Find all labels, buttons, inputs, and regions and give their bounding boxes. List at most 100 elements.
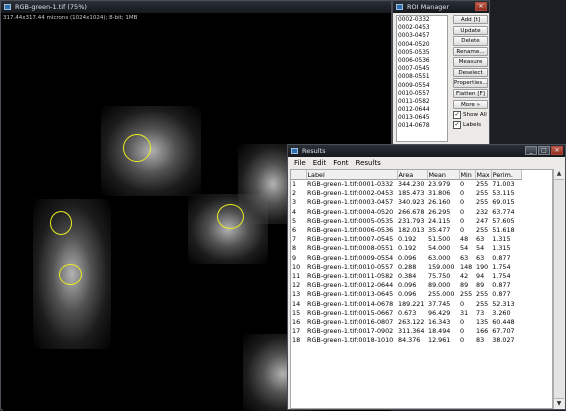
roi-list-item[interactable]: 0008-0551 xyxy=(397,73,447,81)
table-row[interactable]: 18 RGB-green-1.tif:0018-1010 84.376 12.961 0… xyxy=(291,336,521,345)
roi-button-panel: Add [t] Update Delete Rename... Measure Desel… xyxy=(453,15,488,130)
table-cell: 4 xyxy=(292,207,297,216)
roi-button[interactable]: Properties... xyxy=(453,78,488,88)
table-row[interactable]: 16 RGB-green-1.tif:0016-0807 263.122 16.343… xyxy=(291,318,521,327)
roi-list-item[interactable]: 0010-0557 xyxy=(397,90,447,98)
table-cell: 3 xyxy=(292,198,297,207)
maximize-icon[interactable]: □ xyxy=(538,146,550,155)
roi-button[interactable]: Deselect xyxy=(453,67,488,78)
roi-manager-titlebar[interactable]: ROI Manager ✕ xyxy=(393,1,489,13)
table-cell: 18.494 xyxy=(428,327,451,336)
table-cell: 255 xyxy=(476,226,489,235)
roi-button[interactable]: More » xyxy=(453,99,488,110)
roi-list-item[interactable]: 0002-0332 xyxy=(397,16,447,24)
column-header[interactable]: Mean xyxy=(427,170,460,180)
menu-edit[interactable]: Edit xyxy=(313,158,327,168)
roi-outline[interactable] xyxy=(217,204,244,229)
table-cell: 38.027 xyxy=(492,336,515,345)
roi-button[interactable]: Flatten [F] xyxy=(453,89,488,99)
roi-manager-title: ROI Manager xyxy=(407,3,450,11)
table-cell: 185.473 xyxy=(398,189,425,198)
results-window[interactable]: Results _ □ ✕ File Edit Font Results Label A… xyxy=(287,144,566,410)
table-cell: RGB-green-1.tif:0014-0678 xyxy=(307,299,394,308)
column-header[interactable]: Min xyxy=(459,170,476,180)
checkbox-label: Show All xyxy=(463,112,487,119)
vertical-scrollbar[interactable]: ▲ ▼ xyxy=(553,169,564,409)
table-row[interactable]: 11 RGB-green-1.tif:0011-0582 0.384 75.750 42… xyxy=(291,272,521,281)
close-icon[interactable]: ✕ xyxy=(551,146,563,155)
column-header[interactable]: Max xyxy=(475,170,492,180)
menu-file[interactable]: File xyxy=(294,158,306,168)
table-row[interactable]: 15 RGB-green-1.tif:0015-0667 0.673 96.429 31… xyxy=(291,309,521,318)
roi-button[interactable]: Delete xyxy=(453,36,488,46)
table-row[interactable]: 3 RGB-green-1.tif:0003-0457 340.923 26.160 0… xyxy=(291,198,521,207)
table-cell: 54 xyxy=(460,244,469,253)
table-row[interactable]: 12 RGB-green-1.tif:0012-0644 0.096 89.000 89… xyxy=(291,281,521,290)
roi-outline[interactable] xyxy=(50,211,72,235)
minimize-icon[interactable]: _ xyxy=(525,146,537,155)
roi-list-item[interactable]: 0005-0535 xyxy=(397,49,447,57)
roi-button[interactable]: Measure xyxy=(453,57,488,67)
table-row[interactable]: 17 RGB-green-1.tif:0017-0902 311.364 18.494… xyxy=(291,327,521,336)
show-all-checkbox[interactable]: ✓ Show All xyxy=(453,110,488,120)
table-cell: RGB-green-1.tif:0002-0453 xyxy=(307,189,394,198)
column-header[interactable]: Area xyxy=(397,170,428,180)
roi-manager-window[interactable]: ROI Manager ✕ 0002-0332 0002-0453 0003-045… xyxy=(392,0,490,145)
table-row[interactable]: 8 RGB-green-1.tif:0008-0551 0.192 54.000 54 5… xyxy=(291,244,521,253)
table-cell: 232 xyxy=(476,207,489,216)
roi-button[interactable]: Rename... xyxy=(453,46,488,57)
results-titlebar[interactable]: Results _ □ ✕ xyxy=(288,145,565,157)
table-row[interactable]: 7 RGB-green-1.tif:0007-0545 0.192 51.500 48 6… xyxy=(291,235,521,244)
column-header[interactable]: Label xyxy=(306,170,398,180)
imagej-app-icon xyxy=(396,4,403,10)
labels-checkbox[interactable]: ✓ Labels xyxy=(453,120,488,130)
roi-list-item[interactable]: 0012-0644 xyxy=(397,106,447,114)
table-cell: 0.384 xyxy=(398,272,417,281)
roi-list-item[interactable]: 0003-0457 xyxy=(397,32,447,40)
roi-outline[interactable] xyxy=(59,264,82,285)
table-cell: 255 xyxy=(476,299,489,308)
table-cell: 135 xyxy=(476,318,489,327)
close-icon[interactable]: ✕ xyxy=(475,2,487,11)
checkbox-icon[interactable]: ✓ xyxy=(453,110,461,119)
table-row[interactable]: 6 RGB-green-1.tif:0006-0536 182.013 35.477 0… xyxy=(291,226,521,235)
column-header[interactable] xyxy=(291,170,307,180)
table-row[interactable]: 5 RGB-green-1.tif:0005-0535 231.793 24.115 0… xyxy=(291,217,521,226)
table-row[interactable]: 13 RGB-green-1.tif:0013-0645 0.096 255.000 2… xyxy=(291,290,521,299)
roi-button[interactable]: Update xyxy=(453,25,488,35)
table-cell: RGB-green-1.tif:0008-0551 xyxy=(307,244,394,253)
roi-list[interactable]: 0002-0332 0002-0453 0003-0457 0004-0520 0005… xyxy=(396,15,448,142)
table-cell: 51.618 xyxy=(492,226,515,235)
roi-list-item[interactable]: 0009-0554 xyxy=(397,82,447,90)
table-row[interactable]: 4 RGB-green-1.tif:0004-0520 266.678 26.295 0… xyxy=(291,208,521,217)
roi-button[interactable]: Add [t] xyxy=(453,15,488,25)
roi-list-item[interactable]: 0013-0645 xyxy=(397,114,447,122)
results-table-container[interactable]: Label Area Mean Min Max Perim. 1 RGB-green-1.t… xyxy=(290,169,553,409)
table-cell: 0.096 xyxy=(398,290,417,299)
roi-list-item[interactable]: 0004-0520 xyxy=(397,41,447,49)
table-cell: 0 xyxy=(460,327,465,336)
table-cell: 94 xyxy=(476,272,485,281)
table-cell: 0.288 xyxy=(398,262,417,271)
roi-list-item[interactable]: 0002-0453 xyxy=(397,24,447,32)
scroll-up-icon[interactable]: ▲ xyxy=(554,169,564,180)
roi-list-item[interactable]: 0011-0582 xyxy=(397,98,447,106)
table-row[interactable]: 9 RGB-green-1.tif:0009-0554 0.096 63.000 63 6… xyxy=(291,254,521,263)
menu-font[interactable]: Font xyxy=(333,158,348,168)
table-cell: 12 xyxy=(292,281,301,290)
table-row[interactable]: 2 RGB-green-1.tif:0002-0453 185.473 31.806 0… xyxy=(291,189,521,198)
roi-list-item[interactable]: 0006-0536 xyxy=(397,57,447,65)
roi-list-item[interactable]: 0007-0545 xyxy=(397,65,447,73)
column-header[interactable]: Perim. xyxy=(491,170,522,180)
table-row[interactable]: 10 RGB-green-1.tif:0010-0557 0.288 159.000 1… xyxy=(291,263,521,272)
table-cell: 5 xyxy=(292,216,297,225)
table-row[interactable]: 14 RGB-green-1.tif:0014-0678 189.221 37.745… xyxy=(291,300,521,309)
checkbox-icon[interactable]: ✓ xyxy=(453,120,461,129)
roi-outline[interactable] xyxy=(123,134,151,162)
table-cell: 63.774 xyxy=(492,207,515,216)
image-window-titlebar[interactable]: RGB-green-1.tif (75%) xyxy=(1,1,391,13)
menu-results[interactable]: Results xyxy=(356,158,381,168)
roi-list-item[interactable]: 0014-0678 xyxy=(397,122,447,130)
table-row[interactable]: 1 RGB-green-1.tif:0001-0332 344.230 23.979 0… xyxy=(291,180,521,190)
scroll-down-icon[interactable]: ▼ xyxy=(554,398,564,409)
